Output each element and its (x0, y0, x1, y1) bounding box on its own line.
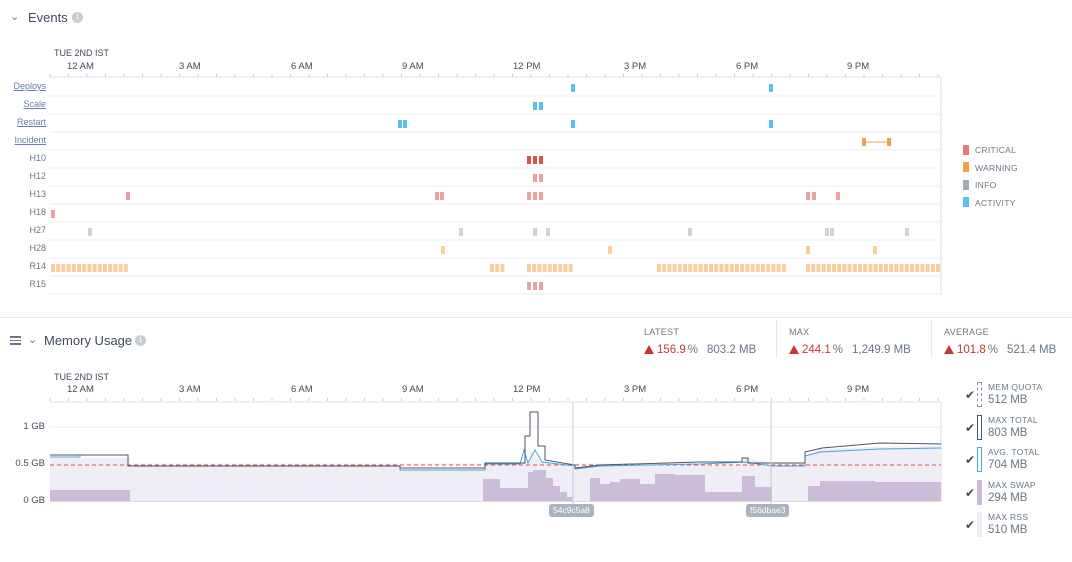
legend-value: 294 (988, 491, 1008, 504)
legend-name: MAX SWAP (988, 479, 1036, 490)
max-swap-bar (820, 481, 875, 501)
check-icon[interactable]: ✔ (965, 421, 975, 435)
legend-name: MEM QUOTA (988, 382, 1043, 392)
legend-value: 803 (988, 426, 1008, 439)
max-swap-bar (50, 490, 130, 501)
check-icon[interactable]: ✔ (965, 453, 975, 467)
check-icon[interactable]: ✔ (965, 486, 975, 500)
legend-name: AVG. TOTAL (988, 447, 1040, 457)
legend-value-row: 512 MB (988, 394, 1027, 406)
check-icon[interactable]: ✔ (965, 388, 975, 402)
legend-unit: MB (1010, 459, 1028, 471)
max-swap-bar (675, 475, 705, 501)
max-swap-bar (655, 474, 675, 501)
max-swap-bar (500, 488, 528, 501)
max-swap-bar (560, 492, 567, 501)
legend-unit: MB (1010, 524, 1028, 536)
legend-value: 704 (988, 459, 1008, 471)
release-marker-1[interactable]: 54c9c5a8 (549, 504, 594, 517)
max-swap-bar (705, 492, 742, 501)
legend-unit: MB (1010, 394, 1028, 406)
legend-unit: MB (1010, 491, 1028, 504)
legend-swatch (977, 414, 982, 440)
max-swap-bar (755, 487, 772, 501)
release-marker-2[interactable]: f56dbae3 (746, 504, 790, 517)
legend-swatch (977, 447, 982, 472)
legend-unit: MB (1010, 426, 1028, 439)
legend-value-row: 803 MB (988, 427, 1027, 439)
memory-usage-chart (49, 398, 942, 504)
legend-value: 512 (988, 394, 1008, 406)
max-swap-bar (546, 478, 553, 501)
legend-name: MAX TOTAL (988, 414, 1038, 425)
legend-value-row: 704 MB (988, 459, 1027, 471)
legend-value-row: 510 MB (988, 524, 1027, 536)
legend-value-row: 294 MB (988, 492, 1027, 504)
max-swap-bar (528, 472, 533, 501)
max-swap-bar (640, 484, 655, 501)
max-swap-bar (553, 486, 560, 501)
max-swap-bar (483, 479, 500, 501)
legend-name: MAX RSS (988, 512, 1029, 522)
max-swap-bar (620, 479, 640, 501)
legend-swatch (977, 512, 982, 537)
max-swap-bar (808, 486, 820, 501)
memory-legend-item-max-rss[interactable]: ✔ MAX RSS 510 MB (965, 512, 1065, 540)
max-swap-bar (600, 484, 610, 501)
max-swap-bar (567, 497, 573, 501)
max-swap-bar (590, 478, 600, 501)
memory-legend-item-max-swap[interactable]: ✔ MAX SWAP 294 MB (965, 479, 1065, 508)
max-swap-bar (742, 476, 755, 501)
memory-legend-item-mem-quota[interactable]: ✔ MEM QUOTA 512 MB (965, 382, 1065, 410)
max-swap-bar (533, 470, 546, 501)
check-icon[interactable]: ✔ (965, 518, 975, 532)
max-swap-bar (875, 482, 941, 501)
max-swap-bar (610, 482, 620, 501)
legend-swatch (977, 382, 982, 407)
memory-legend-item-max-total[interactable]: ✔ MAX TOTAL 803 MB (965, 414, 1065, 443)
memory-legend-item-avg-total[interactable]: ✔ AVG. TOTAL 704 MB (965, 447, 1065, 475)
legend-swatch (977, 479, 982, 505)
legend-value: 510 (988, 524, 1008, 536)
